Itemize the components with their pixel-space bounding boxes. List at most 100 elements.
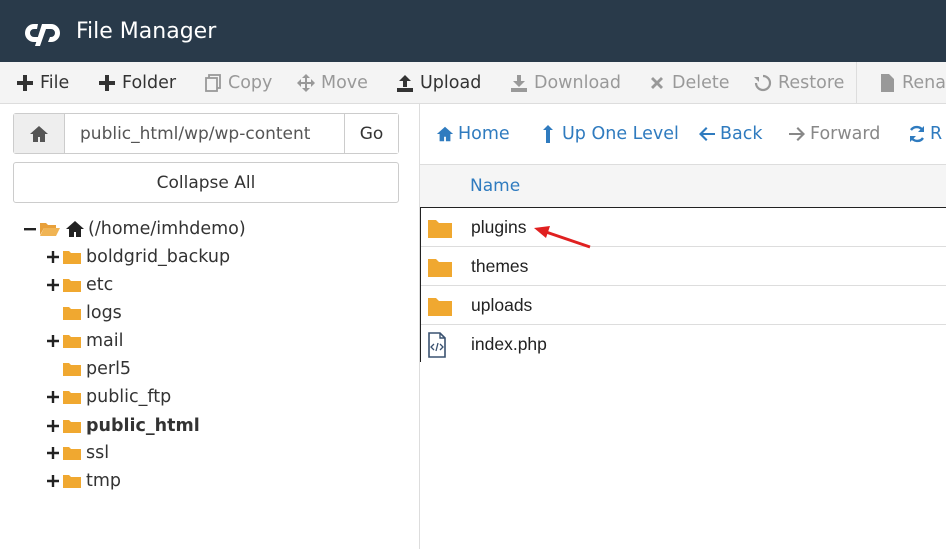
close-icon — [651, 77, 663, 89]
nav-up-level-button[interactable]: Up One Level — [540, 122, 679, 146]
tree-item-public-ftp[interactable]: public_ftp — [47, 385, 171, 409]
nav-forward-label: Forward — [810, 124, 881, 144]
home-icon — [436, 126, 454, 142]
tree-root-label: (/home/imhdemo) — [88, 219, 246, 239]
nav-home-label: Home — [458, 124, 510, 144]
copy-button[interactable]: Copy — [204, 62, 272, 104]
folder-icon — [63, 307, 81, 320]
nav-back-button[interactable]: Back — [698, 122, 763, 146]
go-button[interactable]: Go — [344, 114, 398, 153]
file-name: plugins — [471, 217, 527, 237]
nav-forward-button[interactable]: Forward — [788, 122, 880, 146]
tree-item-label: etc — [86, 275, 114, 295]
new-folder-button[interactable]: Folder — [98, 62, 176, 104]
new-folder-label: Folder — [122, 73, 177, 93]
upload-icon — [397, 75, 413, 92]
file-nav-bar: Home Up One Level Back Forward R — [420, 104, 946, 164]
tree-item-label: public_ftp — [86, 387, 172, 407]
collapse-icon[interactable] — [24, 223, 36, 235]
home-path-button[interactable] — [14, 114, 65, 153]
tree-item-boldgrid-backup[interactable]: boldgrid_backup — [47, 245, 230, 269]
download-button[interactable]: Download — [510, 62, 621, 104]
expand-icon[interactable] — [47, 279, 59, 291]
file-row[interactable]: themes — [421, 247, 946, 286]
folder-icon — [63, 391, 81, 404]
new-file-label: File — [40, 73, 70, 93]
file-list: plugins themes uploads index.php — [420, 207, 946, 364]
folder-icon — [63, 363, 81, 376]
tree-root[interactable]: (/home/imhdemo) — [24, 217, 246, 241]
copy-icon — [205, 74, 221, 92]
toolbar-divider — [856, 62, 857, 104]
home-icon — [66, 221, 84, 237]
delete-label: Delete — [672, 73, 730, 93]
nav-reload-button[interactable]: R — [908, 122, 942, 146]
cpanel-logo-icon — [25, 24, 60, 46]
folder-icon — [63, 420, 81, 433]
file-name: themes — [471, 256, 529, 276]
tree-item-etc[interactable]: etc — [47, 273, 113, 297]
folder-icon — [428, 259, 452, 277]
tree-item-logs[interactable]: logs — [62, 301, 122, 325]
file-row[interactable]: uploads — [421, 286, 946, 325]
up-arrow-icon — [543, 125, 553, 143]
file-icon — [881, 74, 894, 92]
collapse-all-button[interactable]: Collapse All — [13, 162, 399, 203]
tree-item-ssl[interactable]: ssl — [47, 441, 109, 465]
nav-home-button[interactable]: Home — [436, 122, 510, 146]
expand-icon[interactable] — [47, 447, 59, 459]
tree-item-mail[interactable]: mail — [47, 329, 124, 353]
app-title: File Manager — [76, 19, 217, 44]
tree-item-label: tmp — [86, 471, 122, 491]
tree-item-label: mail — [86, 331, 124, 351]
expand-icon[interactable] — [47, 251, 59, 263]
tree-item-public-html[interactable]: public_html — [47, 414, 200, 438]
download-label: Download — [534, 73, 621, 93]
restore-button[interactable]: Restore — [754, 62, 844, 104]
file-row[interactable]: index.php — [421, 325, 946, 364]
tree-item-label: public_html — [86, 416, 200, 436]
path-bar: Go — [13, 113, 399, 154]
nav-up-level-label: Up One Level — [562, 124, 679, 144]
rename-label: Renan — [902, 73, 946, 93]
folder-icon — [63, 447, 81, 460]
plus-icon — [99, 75, 115, 91]
annotation-arrow-icon — [534, 226, 591, 249]
code-file-icon — [428, 332, 446, 358]
expand-icon[interactable] — [47, 335, 59, 347]
restore-label: Restore — [778, 73, 845, 93]
expand-icon[interactable] — [47, 475, 59, 487]
tree-item-label: ssl — [86, 443, 110, 463]
restore-icon — [754, 74, 772, 92]
download-icon — [511, 75, 527, 92]
right-arrow-icon — [789, 127, 805, 141]
nav-back-label: Back — [720, 124, 763, 144]
upload-button[interactable]: Upload — [396, 62, 481, 104]
tree-item-tmp[interactable]: tmp — [47, 469, 121, 493]
folder-icon — [63, 475, 81, 488]
folder-icon — [428, 220, 452, 238]
folder-open-icon — [40, 223, 60, 236]
name-column-label: Name — [470, 176, 521, 196]
left-arrow-icon — [699, 127, 715, 141]
upload-label: Upload — [420, 73, 482, 93]
expand-icon[interactable] — [47, 420, 59, 432]
file-name: uploads — [471, 295, 533, 315]
file-row[interactable]: plugins — [421, 208, 946, 247]
copy-label: Copy — [228, 73, 273, 93]
move-button[interactable]: Move — [297, 62, 368, 104]
move-icon — [297, 74, 315, 92]
toolbar: File Folder Copy Move Upload Download De… — [0, 62, 946, 104]
folder-icon — [428, 298, 452, 316]
rename-button[interactable]: Renan — [878, 62, 946, 104]
move-label: Move — [321, 73, 368, 93]
delete-button[interactable]: Delete — [648, 62, 730, 104]
app-header: File Manager — [0, 0, 946, 62]
folder-icon — [63, 279, 81, 292]
new-file-button[interactable]: File — [16, 62, 69, 104]
name-column-header[interactable]: Name — [420, 164, 946, 207]
tree-item-perl5[interactable]: perl5 — [62, 357, 131, 381]
tree-item-label: boldgrid_backup — [86, 247, 231, 267]
path-input[interactable] — [66, 114, 346, 153]
expand-icon[interactable] — [47, 391, 59, 403]
